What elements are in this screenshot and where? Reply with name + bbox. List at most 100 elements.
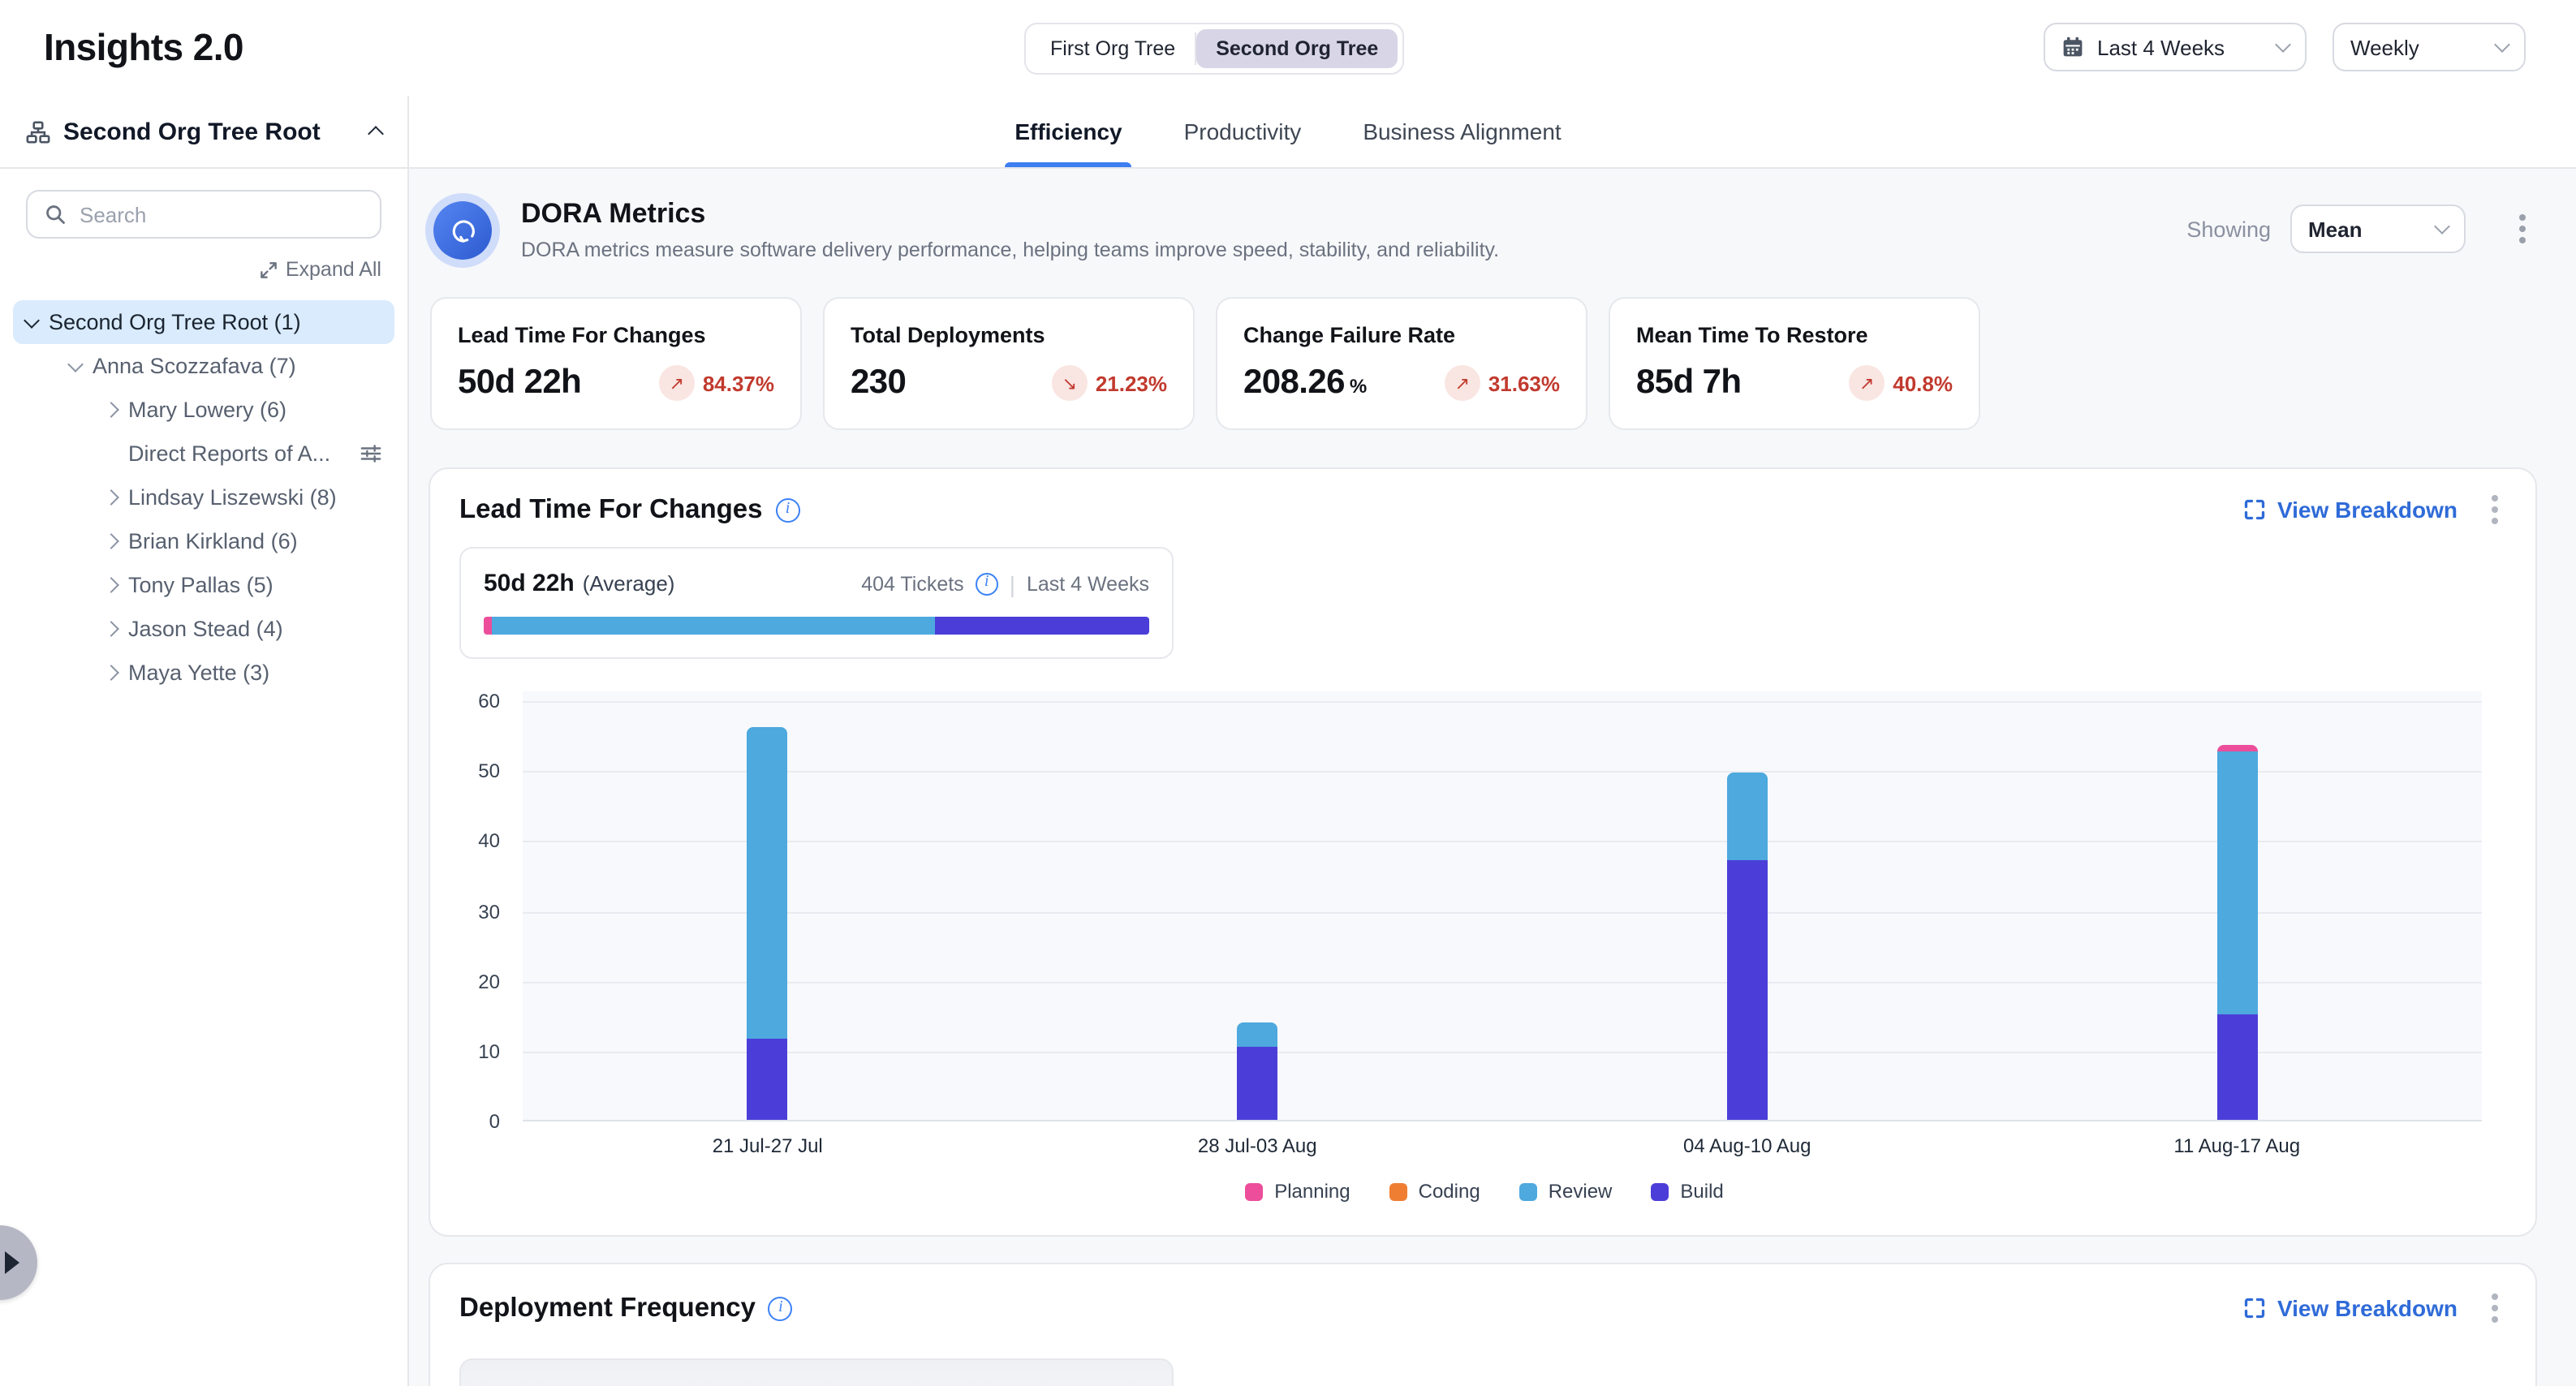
- stacked-bar-11-aug-17-aug[interactable]: [2216, 745, 2257, 1120]
- x-tick-label: 04 Aug-10 Aug: [1502, 1134, 1992, 1157]
- view-breakdown-button[interactable]: View Breakdown: [2243, 497, 2458, 523]
- metric-title: Mean Time To Restore: [1636, 323, 1953, 347]
- chevron-right-icon[interactable]: [103, 577, 119, 593]
- x-tick-label: 21 Jul-27 Jul: [523, 1134, 1013, 1157]
- tree-item-mary-lowery-6[interactable]: Mary Lowery (6): [13, 388, 394, 432]
- metric-trend: ↘21.23%: [1052, 365, 1167, 401]
- info-icon[interactable]: i: [769, 1296, 793, 1320]
- info-icon[interactable]: i: [776, 497, 800, 522]
- chevron-right-icon[interactable]: [103, 402, 119, 418]
- y-tick-label: 10: [478, 1040, 500, 1063]
- search-input[interactable]: [80, 202, 365, 226]
- chevron-right-icon[interactable]: [103, 489, 119, 506]
- metric-card-mean-time-to-restore: Mean Time To Restore85d 7h↗40.8%: [1609, 297, 1980, 430]
- metric-value: 50d 22h: [458, 364, 581, 402]
- y-tick-label: 20: [478, 970, 500, 992]
- bar-segment-build: [1727, 861, 1768, 1120]
- deployment-card-header: Deployment Frequency i View Breakdown: [459, 1290, 2509, 1326]
- dora-cycle-icon: [433, 201, 492, 260]
- showing-select[interactable]: Mean: [2290, 204, 2466, 253]
- distribution-segment-planning: [484, 617, 492, 635]
- tab-efficiency[interactable]: Efficiency: [1011, 96, 1125, 167]
- bar-segment-planning: [2216, 745, 2257, 752]
- legend-swatch: [1519, 1182, 1537, 1200]
- filter-sliders-icon[interactable]: [360, 443, 381, 464]
- sidebar-root-label: Second Org Tree Root: [63, 118, 357, 145]
- tree-item-label: Second Org Tree Root (1): [49, 310, 394, 334]
- view-breakdown-label: View Breakdown: [2277, 497, 2458, 523]
- gridline: [523, 981, 2482, 983]
- tree-item-anna-scozzafava-7[interactable]: Anna Scozzafava (7): [13, 344, 394, 388]
- info-icon[interactable]: i: [976, 572, 998, 595]
- toggle-second-org-tree[interactable]: Second Org Tree: [1196, 29, 1398, 68]
- lead-time-kebab-menu-icon[interactable]: [2480, 492, 2509, 527]
- tree-item-maya-yette-3[interactable]: Maya Yette (3): [13, 651, 394, 695]
- granularity-select[interactable]: Weekly: [2333, 23, 2526, 71]
- tree-item-label: Lindsay Liszewski (8): [128, 485, 394, 510]
- chevron-right-icon[interactable]: [103, 621, 119, 637]
- tab-business-alignment[interactable]: Business Alignment: [1359, 96, 1564, 167]
- view-breakdown-button[interactable]: View Breakdown: [2243, 1295, 2458, 1321]
- org-tree-icon: [26, 119, 50, 144]
- chevron-right-icon[interactable]: [103, 665, 119, 681]
- tree-item-label: Maya Yette (3): [128, 661, 394, 685]
- chevron-down-icon: [2275, 37, 2291, 53]
- bar-segment-review: [1727, 773, 1768, 861]
- tree-item-tony-pallas-5[interactable]: Tony Pallas (5): [13, 563, 394, 607]
- lead-time-title: Lead Time For Changes: [459, 494, 763, 525]
- tree-item-brian-kirkland-6[interactable]: Brian Kirkland (6): [13, 519, 394, 563]
- deployment-title: Deployment Frequency: [459, 1293, 756, 1324]
- sidebar-header: Second Org Tree Root: [0, 96, 407, 169]
- tree-item-label: Brian Kirkland (6): [128, 529, 394, 553]
- deployment-summary-placeholder: [459, 1358, 1174, 1386]
- trend-percent: 84.37%: [703, 371, 774, 395]
- dora-kebab-menu-icon[interactable]: [2508, 211, 2537, 247]
- chevron-down-icon[interactable]: [67, 355, 84, 372]
- bar-segment-review: [2216, 752, 2257, 1015]
- deployment-kebab-menu-icon[interactable]: [2480, 1290, 2509, 1326]
- search-icon: [44, 203, 67, 226]
- showing-controls: Showing Mean: [2186, 204, 2537, 253]
- page-title: Insights 2.0: [44, 26, 243, 70]
- metric-title: Total Deployments: [851, 323, 1167, 347]
- trend-down-arrow-icon: ↘: [1052, 365, 1088, 401]
- phase-distribution-bar: [484, 617, 1149, 635]
- gridline: [523, 911, 2482, 913]
- chevron-down-icon[interactable]: [24, 312, 40, 328]
- stacked-bar-04-aug-10-aug[interactable]: [1727, 773, 1768, 1120]
- tree-item-direct-reports-of-a[interactable]: Direct Reports of A...: [13, 432, 394, 476]
- tree-item-second-org-tree-root-1[interactable]: Second Org Tree Root (1): [13, 300, 394, 344]
- metric-value: 208.26: [1243, 364, 1345, 402]
- distribution-segment-review: [492, 617, 934, 635]
- chevron-right-icon[interactable]: [103, 533, 119, 549]
- tab-productivity[interactable]: Productivity: [1181, 96, 1305, 167]
- summary-meta: 404 Tickets i | Last 4 Weeks: [861, 570, 1149, 596]
- collapse-sidebar-chevron-up-icon[interactable]: [368, 126, 384, 142]
- legend-swatch: [1651, 1182, 1669, 1200]
- trend-up-arrow-icon: ↗: [659, 365, 695, 401]
- date-range-select[interactable]: Last 4 Weeks: [2044, 23, 2307, 71]
- tree-item-lindsay-liszewski-8[interactable]: Lindsay Liszewski (8): [13, 476, 394, 519]
- view-breakdown-label: View Breakdown: [2277, 1295, 2458, 1321]
- y-tick-label: 30: [478, 900, 500, 923]
- legend-item-review[interactable]: Review: [1519, 1180, 1613, 1203]
- legend-item-planning[interactable]: Planning: [1245, 1180, 1350, 1203]
- summary-value: 50d 22h: [484, 570, 575, 597]
- expand-all-button[interactable]: Expand All: [0, 239, 407, 281]
- gridline: [523, 1052, 2482, 1053]
- tree-item-jason-stead-4[interactable]: Jason Stead (4): [13, 607, 394, 651]
- metric-trend: ↗31.63%: [1445, 365, 1560, 401]
- legend-item-coding[interactable]: Coding: [1389, 1180, 1480, 1203]
- stacked-bar-21-jul-27-jul[interactable]: [747, 728, 788, 1120]
- toggle-first-org-tree[interactable]: First Org Tree: [1031, 29, 1195, 68]
- bar-segment-review: [1237, 1022, 1277, 1046]
- chevron-down-icon: [2434, 218, 2450, 235]
- lead-time-card-header: Lead Time For Changes i View Breakdown: [459, 492, 2509, 527]
- y-axis-labels: 0102030405060: [459, 691, 500, 1121]
- main-area: Efficiency Productivity Business Alignment…: [409, 96, 2576, 1386]
- stacked-bar-28-jul-03-aug[interactable]: [1237, 1022, 1277, 1120]
- tree-item-label: Anna Scozzafava (7): [93, 354, 394, 378]
- x-tick-label: 11 Aug-17 Aug: [1992, 1134, 2483, 1157]
- legend-item-build[interactable]: Build: [1651, 1180, 1723, 1203]
- top-bar-controls: Last 4 Weeks Weekly: [2044, 23, 2526, 71]
